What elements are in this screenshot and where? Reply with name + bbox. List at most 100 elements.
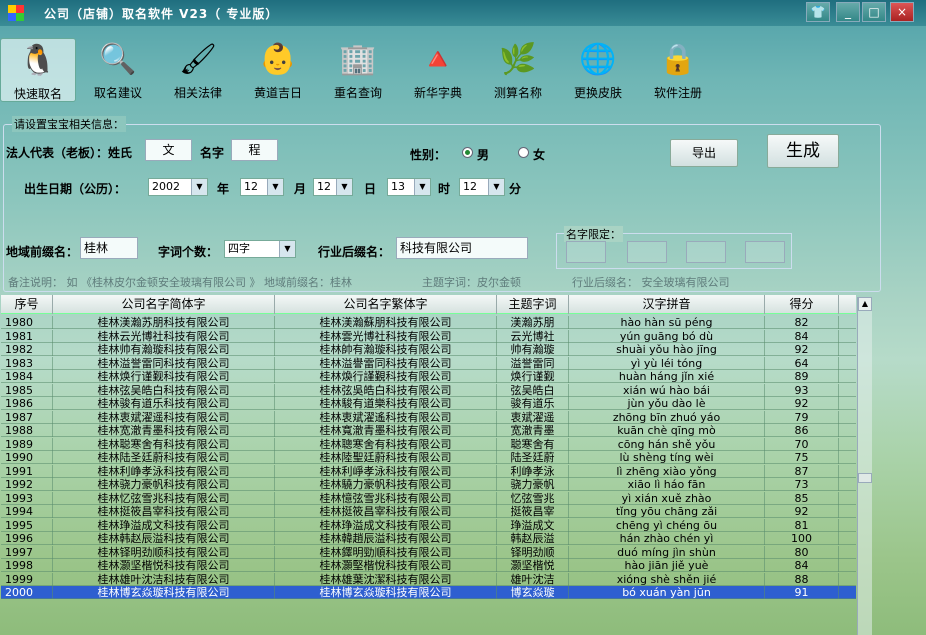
- cell-index: 1992: [1, 478, 53, 491]
- tool-change-skin[interactable]: 🌐 更换皮肤: [560, 38, 636, 102]
- note-theme: 主题字词：皮尔金顿: [422, 276, 521, 289]
- table-row[interactable]: 1999 桂林雄叶沈洁科技有限公司 桂林雄葉沈潔科技有限公司 雄叶沈洁 xióng sh…: [1, 572, 856, 586]
- cell-theme: 铎明劲顺: [497, 545, 569, 559]
- col-traditional[interactable]: 公司名字繁体字: [275, 295, 497, 314]
- cell-index: 1984: [1, 370, 53, 383]
- table-row[interactable]: 1983 桂林溢誉雷同科技有限公司 桂林溢譽雷同科技有限公司 溢誉雷同 yì yù lé…: [1, 356, 856, 370]
- scroll-up-icon[interactable]: ▲: [858, 297, 872, 311]
- prefix-input[interactable]: 桂林: [80, 237, 138, 259]
- table-row[interactable]: 1985 桂林弦吴皓白科技有限公司 桂林弦吳皓白科技有限公司 弦吴皓白 xián wú …: [1, 383, 856, 397]
- col-simplified[interactable]: 公司名字简体字: [53, 295, 275, 314]
- settings-panel-title: 请设置宝宝相关信息：: [12, 116, 126, 132]
- table-row[interactable]: 1993 桂林忆弦雪兆科技有限公司 桂林憶弦雪兆科技有限公司 忆弦雪兆 yì xián …: [1, 491, 856, 505]
- table-row[interactable]: 1989 桂林聪寒舍有科技有限公司 桂林聰寒舍有科技有限公司 聪寒舍有 cōng hán…: [1, 437, 856, 451]
- cell-traditional: 桂林陸聖廷蔚科技有限公司: [275, 451, 497, 464]
- table-scrollbar[interactable]: ▲: [857, 297, 872, 635]
- export-button[interactable]: 导出: [670, 139, 738, 167]
- chevron-down-icon: ▼: [191, 179, 207, 195]
- table-row[interactable]: 1998 桂林灏坚楷悦科技有限公司 桂林灝堅楷悅科技有限公司 灏坚楷悦 hào jiān…: [1, 559, 856, 573]
- minimize-button[interactable]: _: [836, 2, 860, 22]
- word-count-label: 字词个数：: [158, 245, 219, 259]
- month-select[interactable]: 12 ▼: [240, 178, 284, 196]
- table-row[interactable]: 1981 桂林云光博社科技有限公司 桂林雲光博社科技有限公司 云光博社 yún guān…: [1, 329, 856, 343]
- col-score[interactable]: 得分: [765, 295, 839, 314]
- cell-pinyin: yì xián xuě zhào: [569, 491, 765, 505]
- scroll-thumb[interactable]: [858, 473, 872, 483]
- cell-theme: 骏有道乐: [497, 397, 569, 410]
- cell-theme: 焕行谨觐: [497, 370, 569, 383]
- tool-duplicate-check[interactable]: 🏢 重名查询: [320, 38, 396, 102]
- cell-pinyin: bó xuán yàn jūn: [569, 586, 765, 599]
- table-row[interactable]: 1996 桂林韩赵辰溢科技有限公司 桂林韓趙辰溢科技有限公司 韩赵辰溢 hán zhào…: [1, 532, 856, 546]
- table-row[interactable]: 1992 桂林骁力豪帆科技有限公司 桂林驍力豪帆科技有限公司 骁力豪帆 xiāo lì …: [1, 478, 856, 492]
- note-suffix: 行业后缀名： 安全玻璃有限公司: [572, 276, 730, 289]
- close-button[interactable]: ×: [890, 2, 914, 22]
- month-unit: 月: [294, 182, 307, 196]
- hour-unit: 时: [438, 182, 451, 196]
- table-row[interactable]: 1980 桂林渼瀚苏朋科技有限公司 桂林渼瀚蘇朋科技有限公司 渼瀚苏朋 hào hàn …: [1, 316, 856, 330]
- tool-related-law[interactable]: 🖌 相关法律: [160, 38, 236, 102]
- cell-simplified: 桂林雄叶沈洁科技有限公司: [53, 572, 275, 586]
- cell-index: 1983: [1, 356, 53, 370]
- tool-quick-name[interactable]: 🐧 快速取名: [0, 38, 76, 102]
- table-row[interactable]: 1988 桂林宽澈青墨科技有限公司 桂林寬澈青墨科技有限公司 宽澈青墨 kuān chè…: [1, 424, 856, 438]
- tool-auspicious-day[interactable]: 👶 黄道吉日: [240, 38, 316, 102]
- lock-icon: 🔒: [659, 42, 697, 77]
- hour-select[interactable]: 13 ▼: [387, 178, 431, 196]
- col-pinyin[interactable]: 汉字拼音: [569, 295, 765, 314]
- male-radio[interactable]: [462, 147, 473, 158]
- table-row[interactable]: 1986 桂林骏有道乐科技有限公司 桂林駿有道樂科技有限公司 骏有道乐 jùn yǒu …: [1, 397, 856, 411]
- cell-simplified: 桂林陆圣廷蔚科技有限公司: [53, 451, 275, 464]
- limit-char-input-1[interactable]: [566, 241, 606, 263]
- cell-simplified: 桂林云光博社科技有限公司: [53, 329, 275, 343]
- table-row[interactable]: 2000 桂林博玄焱璇科技有限公司 桂林博玄焱璇科技有限公司 博玄焱璇 bó xuán …: [1, 586, 856, 600]
- tool-dictionary[interactable]: 🔺 新华字典: [400, 38, 476, 102]
- skin-button[interactable]: 👕: [806, 2, 830, 22]
- surname-input[interactable]: 文: [145, 139, 192, 161]
- cell-score: 84: [765, 329, 839, 343]
- table-row[interactable]: 1994 桂林挺筱昌宰科技有限公司 桂林挺筱昌宰科技有限公司 挺筱昌宰 tǐng yōu…: [1, 505, 856, 519]
- cell-simplified: 桂林铎明劲顺科技有限公司: [53, 545, 275, 559]
- cell-index: 1986: [1, 397, 53, 410]
- tool-name-advice[interactable]: 🔍 取名建议: [80, 38, 156, 102]
- table-row[interactable]: 1987 桂林衷斌濯遥科技有限公司 桂林衷斌濯遙科技有限公司 衷斌濯遥 zhōng bī…: [1, 410, 856, 424]
- cell-index: 1989: [1, 437, 53, 451]
- minute-select[interactable]: 12 ▼: [459, 178, 505, 196]
- cell-theme: 聪寒舍有: [497, 437, 569, 451]
- table-row[interactable]: 1984 桂林焕行谨觐科技有限公司 桂林煥行謹覲科技有限公司 焕行谨觐 huàn hán…: [1, 370, 856, 384]
- tool-name-score[interactable]: 🌿 测算名称: [480, 38, 556, 102]
- cell-traditional: 桂林煥行謹覲科技有限公司: [275, 370, 497, 383]
- generate-button[interactable]: 生成: [767, 134, 839, 168]
- cell-pinyin: hào hàn sū péng: [569, 316, 765, 329]
- birth-date-label: 出生日期（公历）：: [24, 182, 127, 196]
- table-row[interactable]: 1997 桂林铎明劲顺科技有限公司 桂林鐸明勁順科技有限公司 铎明劲顺 duó míng…: [1, 545, 856, 559]
- cell-traditional: 桂林挺筱昌宰科技有限公司: [275, 505, 497, 518]
- cell-score: 91: [765, 586, 839, 599]
- word-count-select[interactable]: 四字 ▼: [224, 240, 296, 258]
- suffix-input[interactable]: 科技有限公司: [396, 237, 528, 259]
- col-index[interactable]: 序号: [1, 295, 53, 314]
- cell-index: 1994: [1, 505, 53, 518]
- female-radio[interactable]: [518, 147, 529, 158]
- maximize-button[interactable]: □: [862, 2, 886, 22]
- cell-index: 1982: [1, 343, 53, 356]
- table-row[interactable]: 1982 桂林帅有瀚璇科技有限公司 桂林帥有瀚璇科技有限公司 帅有瀚璇 shuài yǒ…: [1, 343, 856, 357]
- cell-traditional: 桂林利崢孝泳科技有限公司: [275, 464, 497, 478]
- year-select[interactable]: 2002 ▼: [148, 178, 208, 196]
- cell-theme: 忆弦雪兆: [497, 491, 569, 505]
- table-row[interactable]: 1995 桂林琤溢成文科技有限公司 桂林琤溢成文科技有限公司 琤溢成文 chēng yì…: [1, 518, 856, 532]
- cell-pinyin: lì zhēng xiào yǒng: [569, 464, 765, 478]
- cell-pinyin: xián wú hào bái: [569, 383, 765, 397]
- cell-simplified: 桂林渼瀚苏朋科技有限公司: [53, 316, 275, 329]
- limit-char-input-2[interactable]: [627, 241, 667, 263]
- limit-char-input-4[interactable]: [745, 241, 785, 263]
- table-row[interactable]: 1990 桂林陆圣廷蔚科技有限公司 桂林陸聖廷蔚科技有限公司 陆圣廷蔚 lù shèng…: [1, 451, 856, 465]
- table-row[interactable]: 1991 桂林利峥孝泳科技有限公司 桂林利崢孝泳科技有限公司 利峥孝泳 lì zhēng…: [1, 464, 856, 478]
- cell-simplified: 桂林忆弦雪兆科技有限公司: [53, 491, 275, 505]
- limit-char-input-3[interactable]: [686, 241, 726, 263]
- tool-register[interactable]: 🔒 软件注册: [640, 38, 716, 102]
- given-name-input[interactable]: 程: [231, 139, 278, 161]
- day-select[interactable]: 12 ▼: [313, 178, 353, 196]
- col-theme[interactable]: 主题字词: [497, 295, 569, 314]
- cell-simplified: 桂林灏坚楷悦科技有限公司: [53, 559, 275, 572]
